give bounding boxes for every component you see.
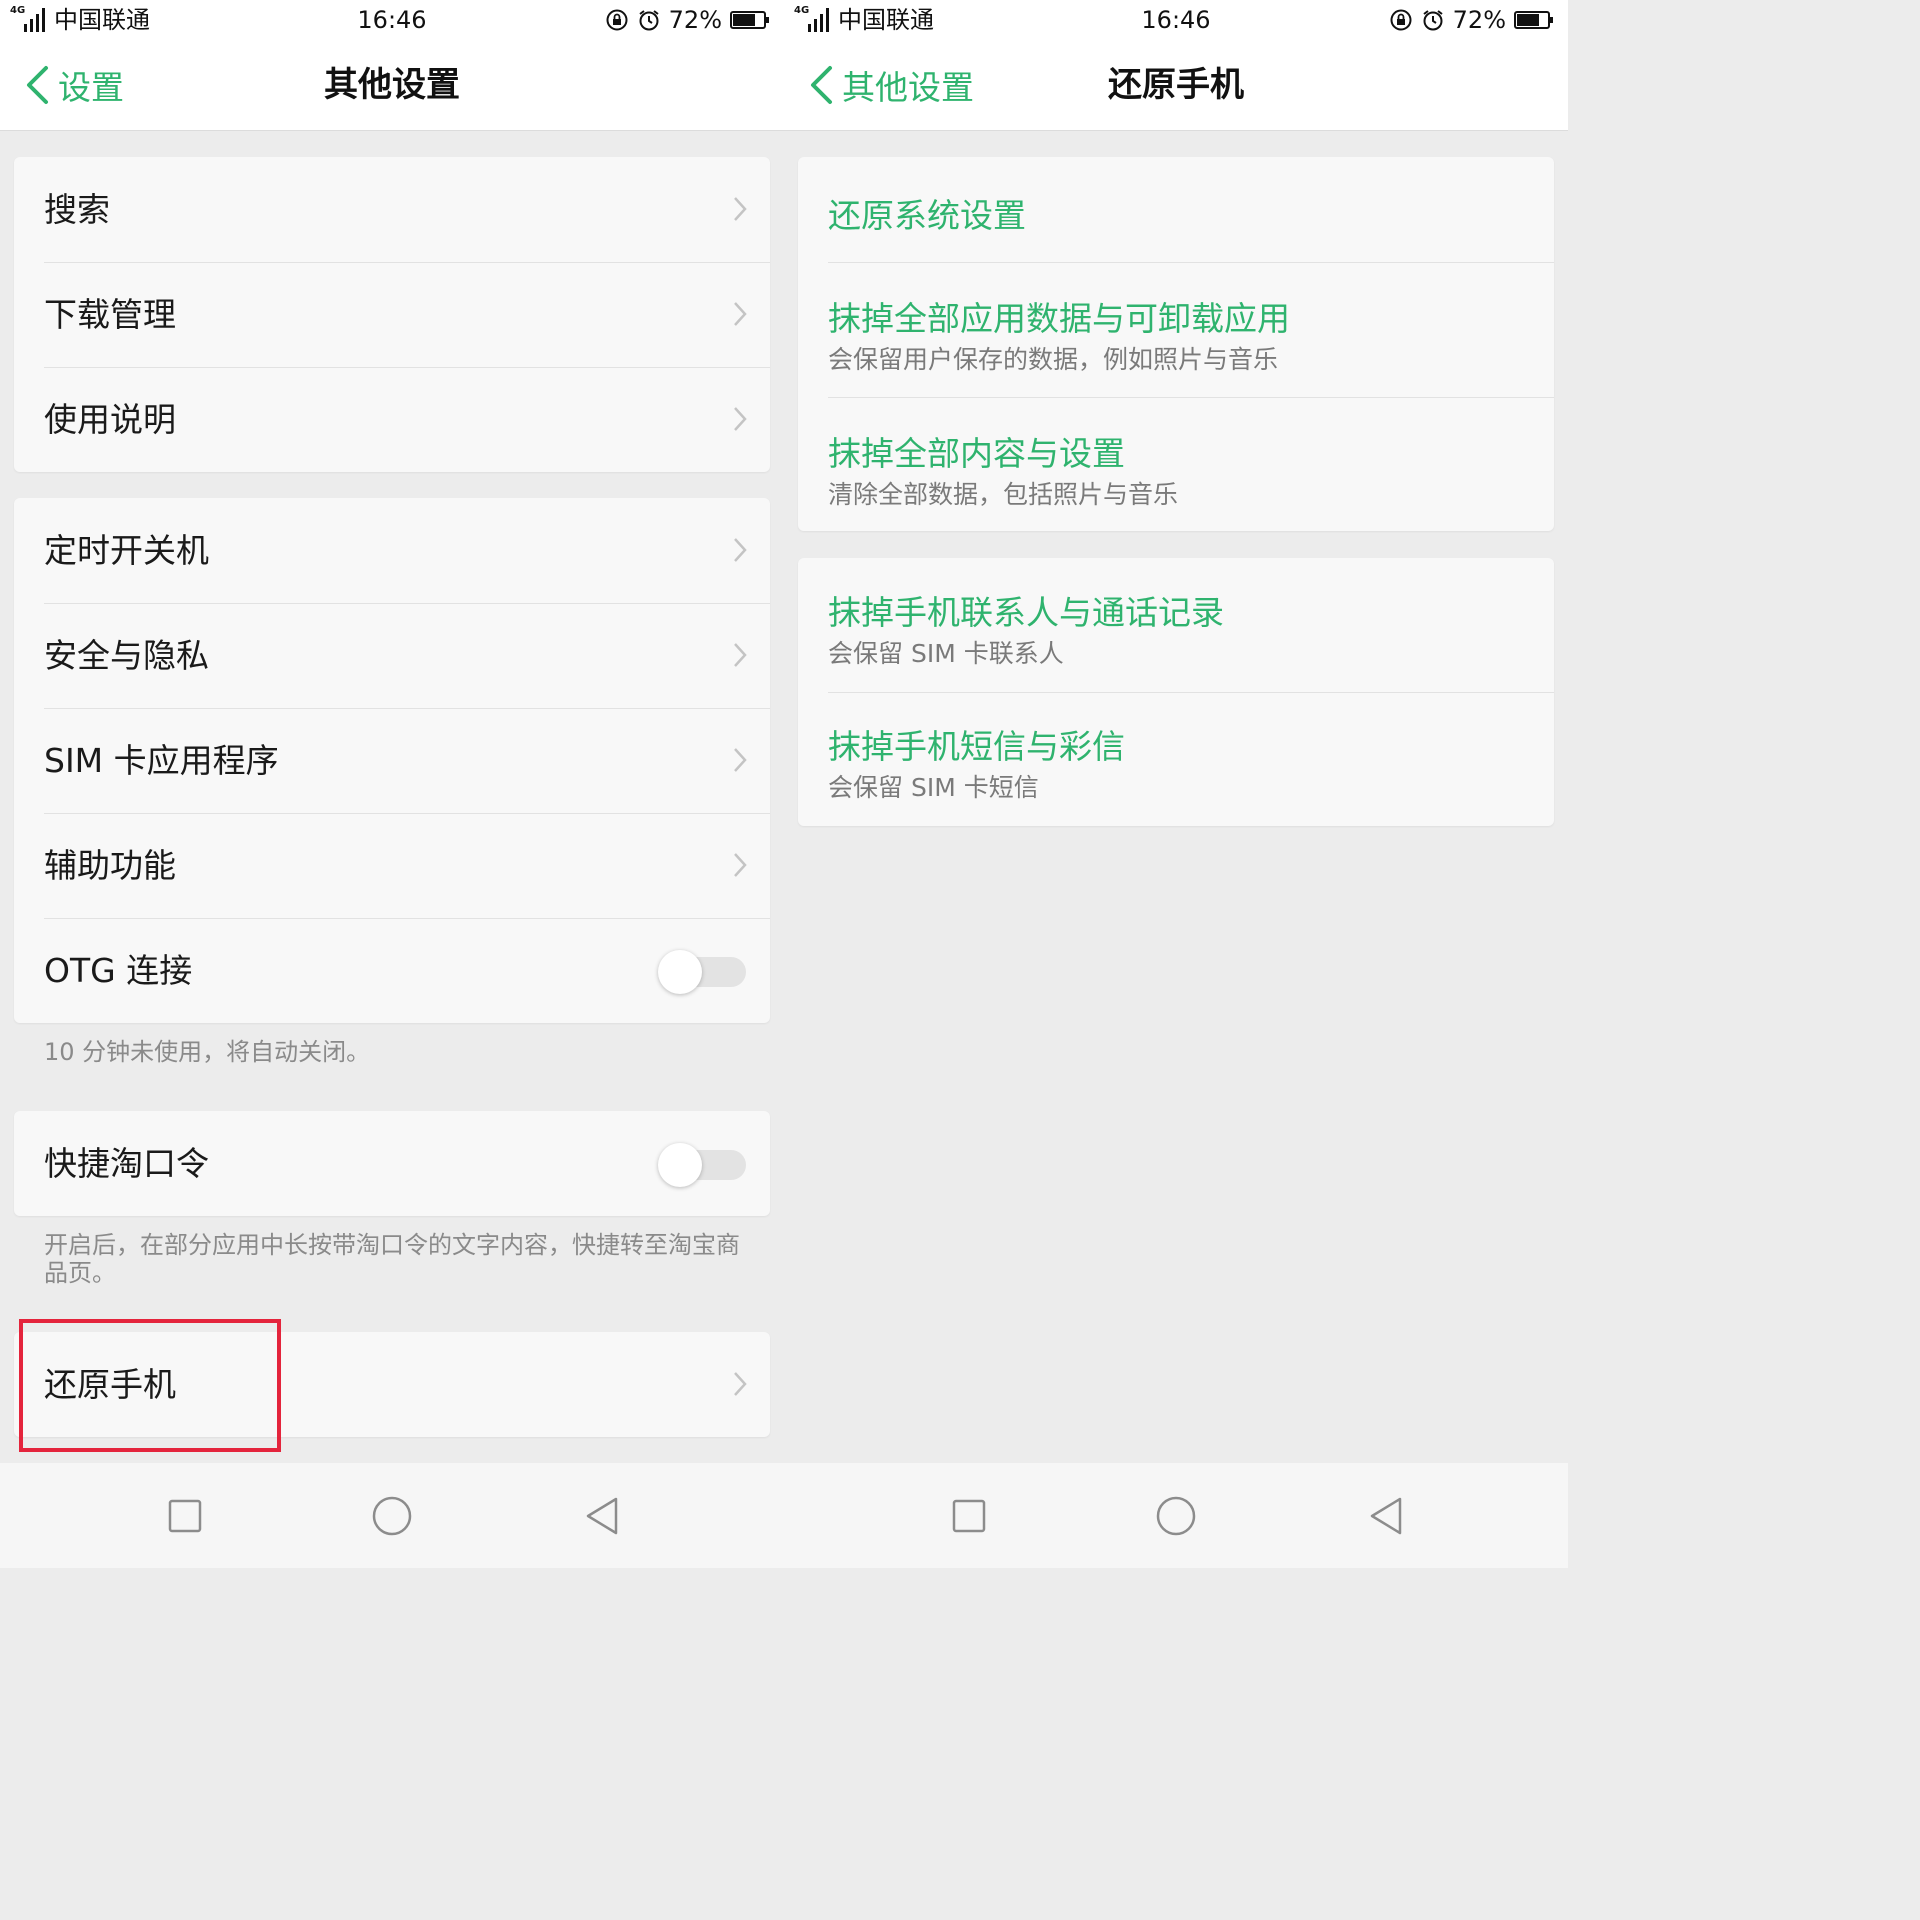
page-title: 还原手机 [1108,65,1244,105]
erase-contacts-item[interactable]: 抹掉手机联系人与通话记录 会保留 SIM 卡联系人 [798,558,1554,692]
list-item-user-guide[interactable]: 使用说明 [14,367,770,472]
page-title: 其他设置 [324,65,460,105]
list-item-scheduled-power[interactable]: 定时开关机 [14,498,770,603]
highlight-annotation-box [19,1319,281,1452]
chevron-right-icon [734,538,747,562]
list-item-label: 定时开关机 [44,531,209,570]
reset-phone-screen: 4G 中国联通 16:46 72% 其他设置 还原手机 还原系统设置 抹掉全部应… [784,0,1568,1568]
list-item-sim-apps[interactable]: SIM 卡应用程序 [14,708,770,813]
reset-system-settings-item[interactable]: 还原系统设置 [798,157,1554,262]
reset-option-subtitle: 会保留用户保存的数据，例如照片与音乐 [828,345,1279,374]
other-settings-screen: 4G 中国联通 16:46 72% 设置 其他设置 搜索 下载管理 使用说明 定… [0,0,784,1568]
chevron-right-icon [734,643,747,667]
list-item-otg: OTG 连接 [14,918,770,1023]
chevron-right-icon [734,748,747,772]
square-recents-icon[interactable] [162,1493,208,1539]
rotation-lock-icon [1390,9,1412,31]
list-item-label: SIM 卡应用程序 [44,741,279,780]
toggle-knob [658,1143,702,1187]
otg-note: 10 分钟未使用，将自动关闭。 [44,1038,371,1066]
settings-group-taobao: 快捷淘口令 [14,1111,770,1216]
list-item-label: 快捷淘口令 [44,1144,209,1183]
chevron-right-icon [734,853,747,877]
navigation-bar: 其他设置 还原手机 [784,40,1568,131]
list-item-label: 辅助功能 [44,846,176,885]
list-item-security-privacy[interactable]: 安全与隐私 [14,603,770,708]
reset-option-title: 抹掉手机联系人与通话记录 [828,593,1224,632]
triangle-back-icon[interactable] [580,1493,626,1539]
triangle-back-icon[interactable] [1364,1493,1410,1539]
list-item-label: OTG 连接 [44,951,193,990]
reset-option-title: 抹掉全部内容与设置 [828,434,1125,473]
square-recents-icon[interactable] [946,1493,992,1539]
erase-data-group: 抹掉手机联系人与通话记录 会保留 SIM 卡联系人 抹掉手机短信与彩信 会保留 … [798,558,1554,826]
taobao-note: 开启后，在部分应用中长按带淘口令的文字内容，快捷转至淘宝商品页。 [44,1231,740,1287]
reset-option-subtitle: 会保留 SIM 卡联系人 [828,639,1064,668]
battery-percent: 72% [668,6,722,34]
battery-percent: 72% [1452,6,1506,34]
status-bar: 4G 中国联通 16:46 72% [784,0,1568,40]
taobao-toggle[interactable] [658,1143,746,1187]
settings-group-system: 定时开关机 安全与隐私 SIM 卡应用程序 辅助功能 OTG 连接 [14,498,770,1023]
chevron-right-icon [734,197,747,221]
reset-option-subtitle: 会保留 SIM 卡短信 [828,773,1039,802]
list-item-search[interactable]: 搜索 [14,157,770,262]
circle-home-icon[interactable] [1153,1493,1199,1539]
list-item-download-manager[interactable]: 下载管理 [14,262,770,367]
circle-home-icon[interactable] [369,1493,415,1539]
chevron-right-icon [734,302,747,326]
list-item-label: 安全与隐私 [44,636,209,675]
settings-group-general: 搜索 下载管理 使用说明 [14,157,770,472]
battery-icon [730,11,769,29]
list-item-label: 使用说明 [44,400,176,439]
system-navigation-bar [0,1463,784,1568]
list-item-label: 搜索 [44,190,110,229]
status-bar: 4G 中国联通 16:46 72% [0,0,784,40]
erase-messages-item[interactable]: 抹掉手机短信与彩信 会保留 SIM 卡短信 [798,692,1554,826]
toggle-knob [658,950,702,994]
rotation-lock-icon [606,9,628,31]
chevron-right-icon [734,407,747,431]
chevron-right-icon [734,1372,747,1396]
erase-all-content-item[interactable]: 抹掉全部内容与设置 清除全部数据，包括照片与音乐 [798,397,1554,531]
list-item-label: 下载管理 [44,295,176,334]
system-navigation-bar [784,1463,1568,1568]
otg-toggle[interactable] [658,950,746,994]
list-item-taobao-code: 快捷淘口令 [14,1111,770,1216]
battery-icon [1514,11,1553,29]
alarm-icon [639,10,659,31]
reset-option-title: 还原系统设置 [828,196,1026,235]
navigation-bar: 设置 其他设置 [0,40,784,131]
alarm-icon [1423,10,1443,31]
reset-option-title: 抹掉手机短信与彩信 [828,727,1125,766]
reset-option-subtitle: 清除全部数据，包括照片与音乐 [828,480,1179,509]
list-item-accessibility[interactable]: 辅助功能 [14,813,770,918]
reset-option-title: 抹掉全部应用数据与可卸载应用 [828,299,1290,338]
reset-options-group: 还原系统设置 抹掉全部应用数据与可卸载应用 会保留用户保存的数据，例如照片与音乐… [798,157,1554,531]
erase-app-data-item[interactable]: 抹掉全部应用数据与可卸载应用 会保留用户保存的数据，例如照片与音乐 [798,262,1554,397]
